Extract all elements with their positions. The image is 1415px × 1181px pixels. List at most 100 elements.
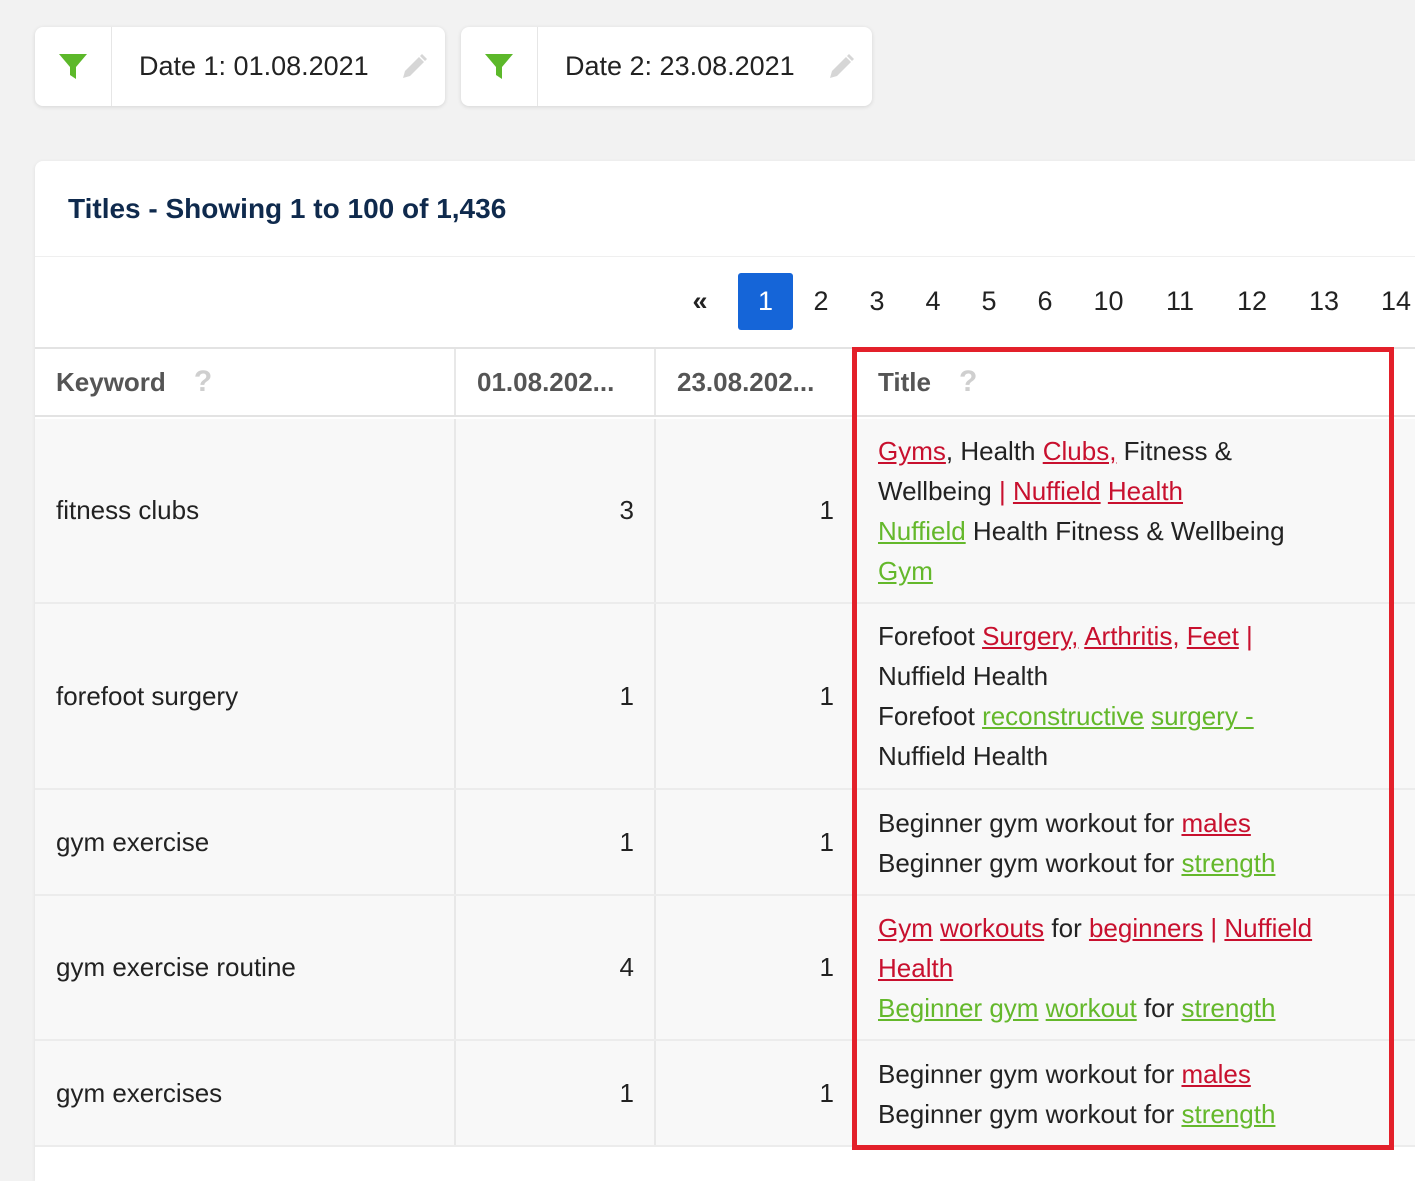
title-text bbox=[1239, 621, 1246, 651]
date2-position-cell: 1 bbox=[656, 604, 856, 788]
title-line: Gym bbox=[878, 551, 1376, 591]
title-text bbox=[1180, 621, 1187, 651]
removed-word: males bbox=[1181, 1059, 1251, 1089]
date2-filter-label: Date 2: 23.08.2021 bbox=[565, 51, 795, 81]
title-text: Nuffield Health bbox=[878, 741, 1049, 771]
added-word: Nuffield bbox=[878, 516, 966, 546]
added-word: strength bbox=[1181, 848, 1276, 878]
removed-word: Nuffield bbox=[1012, 476, 1101, 506]
title-line: Nuffield Health bbox=[878, 736, 1376, 776]
filter-button[interactable] bbox=[461, 27, 538, 106]
title-cell: Gym workouts for beginners | Nuffield Hea… bbox=[856, 896, 1396, 1039]
column-header-date2[interactable]: 23.08.202... bbox=[656, 349, 856, 415]
date1-position-cell: 1 bbox=[456, 1041, 656, 1145]
date1-position-cell: 4 bbox=[456, 896, 656, 1039]
removed-word: beginners bbox=[1088, 913, 1204, 943]
date2-filter-chip: Date 2: 23.08.2021 bbox=[461, 27, 872, 106]
separator: | bbox=[1246, 621, 1253, 651]
separator: | bbox=[998, 476, 1006, 506]
added-word: gym bbox=[989, 993, 1039, 1023]
title-line: Gyms, Health Clubs, Fitness & bbox=[878, 431, 1376, 471]
filter-button[interactable] bbox=[35, 27, 112, 106]
title-cell: Beginner gym workout for males Beginner g… bbox=[856, 790, 1396, 894]
page-button-14[interactable]: 14 bbox=[1360, 273, 1415, 330]
edit-date1-button[interactable] bbox=[383, 27, 445, 106]
table-row[interactable]: gym exercises 1 1 Beginner gym workout for … bbox=[35, 1041, 1415, 1147]
removed-word: Health bbox=[878, 953, 954, 983]
titles-card: Titles - Showing 1 to 100 of 1,436 « 1 2… bbox=[35, 161, 1415, 1181]
help-icon[interactable]: ? bbox=[959, 365, 977, 399]
title-text: Forefoot bbox=[878, 621, 983, 651]
removed-word: males bbox=[1181, 808, 1251, 838]
column-header-label: 23.08.202... bbox=[677, 366, 815, 397]
column-header-label: Keyword bbox=[56, 366, 166, 397]
date2-position-cell: 1 bbox=[656, 790, 856, 894]
title-text: for bbox=[1044, 913, 1089, 943]
column-header-label: Title bbox=[878, 366, 931, 397]
edit-date2-button[interactable] bbox=[810, 27, 872, 106]
removed-word: Arthritis, bbox=[1084, 621, 1180, 651]
title-text: Beginner gym workout for bbox=[878, 848, 1182, 878]
date2-position-cell: 1 bbox=[656, 1041, 856, 1145]
page-button-2[interactable]: 2 bbox=[793, 273, 849, 330]
title-line: Forefoot Surgery, Arthritis, Feet | bbox=[878, 616, 1376, 656]
page-button-3[interactable]: 3 bbox=[849, 273, 905, 330]
page-button-4[interactable]: 4 bbox=[905, 273, 961, 330]
title-text: , Health bbox=[945, 436, 1043, 466]
removed-word: Feet bbox=[1186, 621, 1239, 651]
date1-position-cell: 1 bbox=[456, 604, 656, 788]
column-header-title[interactable]: Title ? bbox=[856, 349, 1415, 415]
table-row[interactable]: gym exercise 1 1 Beginner gym workout for m… bbox=[35, 790, 1415, 896]
page-button-5[interactable]: 5 bbox=[961, 273, 1017, 330]
page-button-13[interactable]: 13 bbox=[1288, 273, 1360, 330]
title-text: for bbox=[1136, 993, 1182, 1023]
removed-word: Gyms bbox=[878, 436, 946, 466]
title-line: Health bbox=[878, 948, 1376, 988]
card-title: Titles - Showing 1 to 100 of 1,436 bbox=[35, 161, 1415, 257]
title-text: Wellbeing bbox=[878, 476, 999, 506]
removed-word: Clubs, bbox=[1042, 436, 1117, 466]
pagination: « 1 2 3 4 5 6 10 11 12 13 14 bbox=[675, 273, 1415, 330]
added-word: reconstructive bbox=[982, 701, 1144, 731]
title-text bbox=[1101, 476, 1108, 506]
title-text: Nuffield Health bbox=[878, 661, 1049, 691]
added-word: Beginner bbox=[878, 993, 983, 1023]
double-chevron-left-icon: « bbox=[692, 286, 708, 316]
title-line: Nuffield Health Fitness & Wellbeing bbox=[878, 511, 1376, 551]
removed-word: Nuffield bbox=[1224, 913, 1313, 943]
title-cell: Forefoot Surgery, Arthritis, Feet | Nuffi… bbox=[856, 604, 1396, 788]
table-row[interactable]: gym exercise routine 4 1 Gym workouts for b… bbox=[35, 896, 1415, 1041]
column-header-date1[interactable]: 01.08.202... bbox=[456, 349, 656, 415]
date1-position-cell: 3 bbox=[456, 419, 656, 602]
title-text: Beginner gym workout for bbox=[878, 808, 1182, 838]
pencil-icon bbox=[403, 53, 427, 78]
page-button-1[interactable]: 1 bbox=[738, 273, 793, 330]
title-text: Fitness & bbox=[1116, 436, 1233, 466]
column-header-label: 01.08.202... bbox=[477, 366, 615, 397]
title-line: Forefoot reconstructive surgery - bbox=[878, 696, 1376, 736]
help-icon[interactable]: ? bbox=[194, 365, 212, 399]
added-word: Gym bbox=[878, 556, 933, 586]
page-button-6[interactable]: 6 bbox=[1017, 273, 1073, 330]
title-text: Forefoot bbox=[878, 701, 983, 731]
title-cell: Gyms, Health Clubs, Fitness & Wellbeing |… bbox=[856, 419, 1396, 602]
page-button-10[interactable]: 10 bbox=[1073, 273, 1144, 330]
page-button-12[interactable]: 12 bbox=[1216, 273, 1288, 330]
page-button-11[interactable]: 11 bbox=[1144, 273, 1216, 330]
first-page-button[interactable]: « bbox=[675, 273, 725, 330]
keyword-cell: gym exercise bbox=[35, 790, 456, 894]
title-text bbox=[1038, 993, 1045, 1023]
table-row[interactable]: fitness clubs 3 1 Gyms, Health Clubs, Fitne… bbox=[35, 419, 1415, 604]
title-line: Beginner gym workout for males bbox=[878, 803, 1376, 843]
title-line: Gym workouts for beginners | Nuffield bbox=[878, 908, 1376, 948]
column-header-keyword[interactable]: Keyword ? bbox=[35, 349, 456, 415]
title-text: Beginner gym workout for bbox=[878, 1059, 1182, 1089]
date1-filter-chip: Date 1: 01.08.2021 bbox=[35, 27, 445, 106]
keyword-cell: gym exercises bbox=[35, 1041, 456, 1145]
removed-word: Gym bbox=[878, 913, 933, 943]
added-word: strength bbox=[1181, 1099, 1276, 1129]
table-row[interactable]: forefoot surgery 1 1 Forefoot Surgery, Arth… bbox=[35, 604, 1415, 790]
keyword-cell: fitness clubs bbox=[35, 419, 456, 602]
title-text bbox=[1006, 476, 1013, 506]
title-line: Beginner gym workout for strength bbox=[878, 988, 1376, 1028]
